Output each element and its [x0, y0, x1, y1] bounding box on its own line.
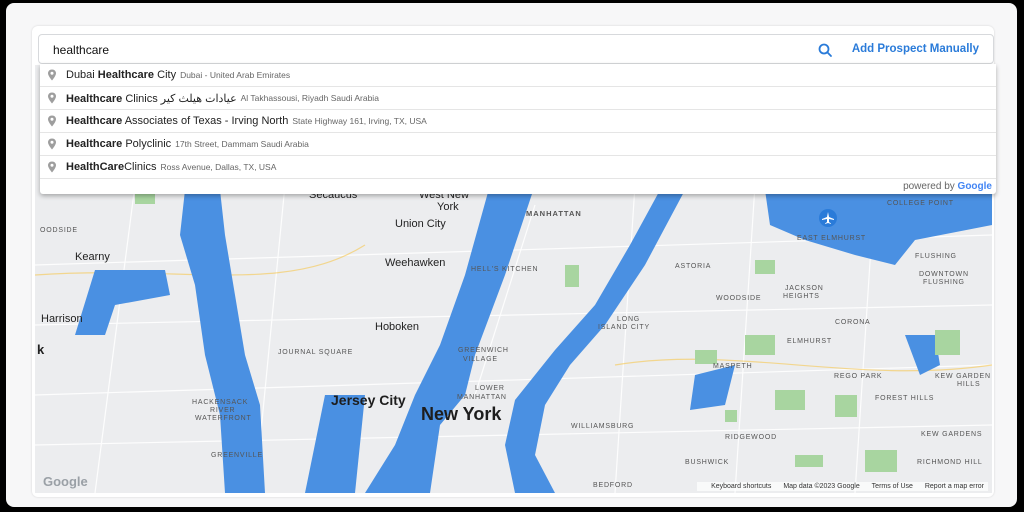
terms-link[interactable]: Terms of Use — [872, 483, 913, 490]
suggestion-match: Healthcare — [97, 69, 155, 81]
powered-by-text: powered by — [903, 181, 958, 192]
location-pin-icon — [48, 161, 56, 173]
map-label-harrison: Harrison — [41, 313, 83, 325]
map-label-manhattan: MANHATTAN — [526, 209, 582, 218]
map-label-williamsburg: WILLIAMSBURG — [571, 423, 635, 430]
map-label-forest-hills: FOREST HILLS — [875, 395, 935, 402]
google-map-logo: Google — [43, 474, 88, 489]
map-label-weehawken: Weehawken — [385, 257, 446, 269]
suggestion-item[interactable]: Healthcare Associates of Texas - Irving … — [40, 110, 996, 133]
map-label-jersey-city: Jersey City — [331, 392, 406, 408]
suggestion-main-text: Healthcare Polyclinic — [66, 138, 171, 150]
map-label-hackensack: HACKENSACK — [192, 399, 249, 406]
map-label-ridgewood: RIDGEWOOD — [725, 434, 777, 441]
map-label-river: RIVER — [210, 407, 236, 414]
map-label-union-city: Union City — [395, 218, 446, 230]
map-label-elmhurst: ELMHURST — [787, 338, 832, 345]
location-pin-icon — [48, 69, 56, 81]
map-label-greenwich: GREENWICH — [458, 347, 509, 354]
map-label-downtown: DOWNTOWN — [919, 271, 969, 278]
map-label-village: VILLAGE — [463, 356, 498, 363]
suggestion-post: Polyclinic — [122, 138, 172, 150]
map-label-bedford: BEDFORD — [593, 482, 633, 489]
map-label-york: York — [437, 201, 459, 213]
search-icon[interactable] — [817, 42, 833, 58]
suggestion-secondary-text: State Highway 161, Irving, TX, USA — [292, 116, 427, 126]
app-frame: Secaucus West New York Union City MANHAT… — [6, 3, 1017, 507]
add-prospect-manually-button[interactable]: Add Prospect Manually — [852, 43, 979, 55]
map-label-k: k — [37, 342, 45, 357]
suggestion-secondary-text: Dubai - United Arab Emirates — [180, 70, 291, 80]
suggestion-post: City — [154, 69, 177, 81]
location-pin-icon — [48, 92, 56, 104]
map-label-lower: LOWER — [475, 385, 505, 392]
map-footer: Keyboard shortcuts Map data ©2023 Google… — [697, 482, 988, 491]
suggestion-post: Associates of Texas - Irving North — [122, 115, 289, 127]
suggestion-pre: Dubai — [66, 69, 98, 81]
map-label-corona: CORONA — [835, 319, 871, 326]
map-label-hills: HILLS — [957, 381, 981, 388]
autocomplete-dropdown: Dubai Healthcare City Dubai - United Arab… — [40, 64, 996, 194]
map-label-rego-park: REGO PARK — [834, 373, 883, 380]
map-label-college-point: COLLEGE POINT — [887, 200, 954, 207]
map-label-kew-garden: KEW GARDEN — [935, 373, 991, 380]
map-label-lower-manhattan: MANHATTAN — [457, 394, 507, 401]
map-label-flushing: FLUSHING — [915, 253, 957, 260]
map-label-island-city: ISLAND CITY — [598, 324, 650, 331]
map-label-journal-square: JOURNAL SQUARE — [278, 349, 354, 356]
suggestion-main-text: Healthcare Associates of Texas - Irving … — [66, 115, 288, 127]
suggestion-match: Healthcare — [66, 92, 123, 105]
suggestion-item[interactable]: Dubai Healthcare City Dubai - United Arab… — [40, 64, 996, 87]
location-pin-icon — [48, 138, 56, 150]
suggestion-secondary-text: Al Takhassousi, Riyadh Saudi Arabia — [240, 93, 379, 103]
airport-icon[interactable] — [819, 209, 837, 227]
map-label-heights: HEIGHTS — [783, 293, 820, 300]
suggestion-item[interactable]: HealthCareClinics Ross Avenue, Dallas, TX… — [40, 156, 996, 179]
location-pin-icon — [48, 115, 56, 127]
powered-by-brand: Google — [957, 181, 992, 192]
map-label-bushwick: BUSHWICK — [685, 459, 730, 466]
suggestion-main-text: HealthCareClinics — [66, 161, 156, 173]
suggestion-post: Clinics — [124, 161, 157, 173]
suggestion-item[interactable]: Healthcare Clinics عيادات هيلث كير Al Tak… — [40, 87, 996, 110]
map-label-hoboken: Hoboken — [375, 321, 420, 333]
report-error-link[interactable]: Report a map error — [925, 483, 984, 490]
search-bar: Add Prospect Manually — [38, 34, 994, 64]
suggestion-item[interactable]: Healthcare Polyclinic 17th Street, Dammam… — [40, 133, 996, 156]
map-label-astoria: ASTORIA — [675, 263, 712, 270]
map-label-maspeth: MASPETH — [713, 363, 753, 370]
map-label-woodside-left: OODSIDE — [40, 227, 78, 234]
map-label-hells-kitchen: HELL'S KITCHEN — [471, 266, 539, 273]
keyboard-shortcuts-link[interactable]: Keyboard shortcuts — [711, 483, 771, 490]
map-label-kew-gardens: KEW GARDENS — [921, 431, 983, 438]
map-label-richmond-hill: RICHMOND HILL — [917, 459, 983, 466]
search-input[interactable] — [53, 41, 753, 59]
map-label-kearny: Kearny — [75, 251, 110, 263]
suggestion-post: Clinics عيادات هيلث كير — [122, 92, 237, 105]
suggestion-match: Healthcare — [66, 138, 123, 150]
map-data-text: Map data ©2023 Google — [783, 483, 860, 490]
map-label-jackson: JACKSON — [785, 285, 824, 292]
map-label-waterfront: WATERFRONT — [195, 415, 252, 422]
suggestion-match: Healthcare — [66, 115, 123, 127]
map-label-downtown-flushing: FLUSHING — [923, 279, 965, 286]
suggestion-main-text: Dubai Healthcare City — [66, 69, 176, 81]
map-label-east-elmhurst: EAST ELMHURST — [797, 235, 867, 242]
map-label-greenville: GREENVILLE — [211, 452, 263, 459]
suggestion-secondary-text: Ross Avenue, Dallas, TX, USA — [160, 162, 277, 172]
suggestion-match: HealthCare — [66, 161, 125, 173]
map-label-long: LONG — [617, 316, 641, 323]
map-label-new-york: New York — [421, 404, 502, 424]
map-label-woodside: WOODSIDE — [716, 295, 762, 302]
powered-by-google: powered by Google — [903, 181, 992, 192]
suggestion-main-text: Healthcare Clinics عيادات هيلث كير — [66, 92, 237, 105]
suggestion-secondary-text: 17th Street, Dammam Saudi Arabia — [175, 139, 309, 149]
